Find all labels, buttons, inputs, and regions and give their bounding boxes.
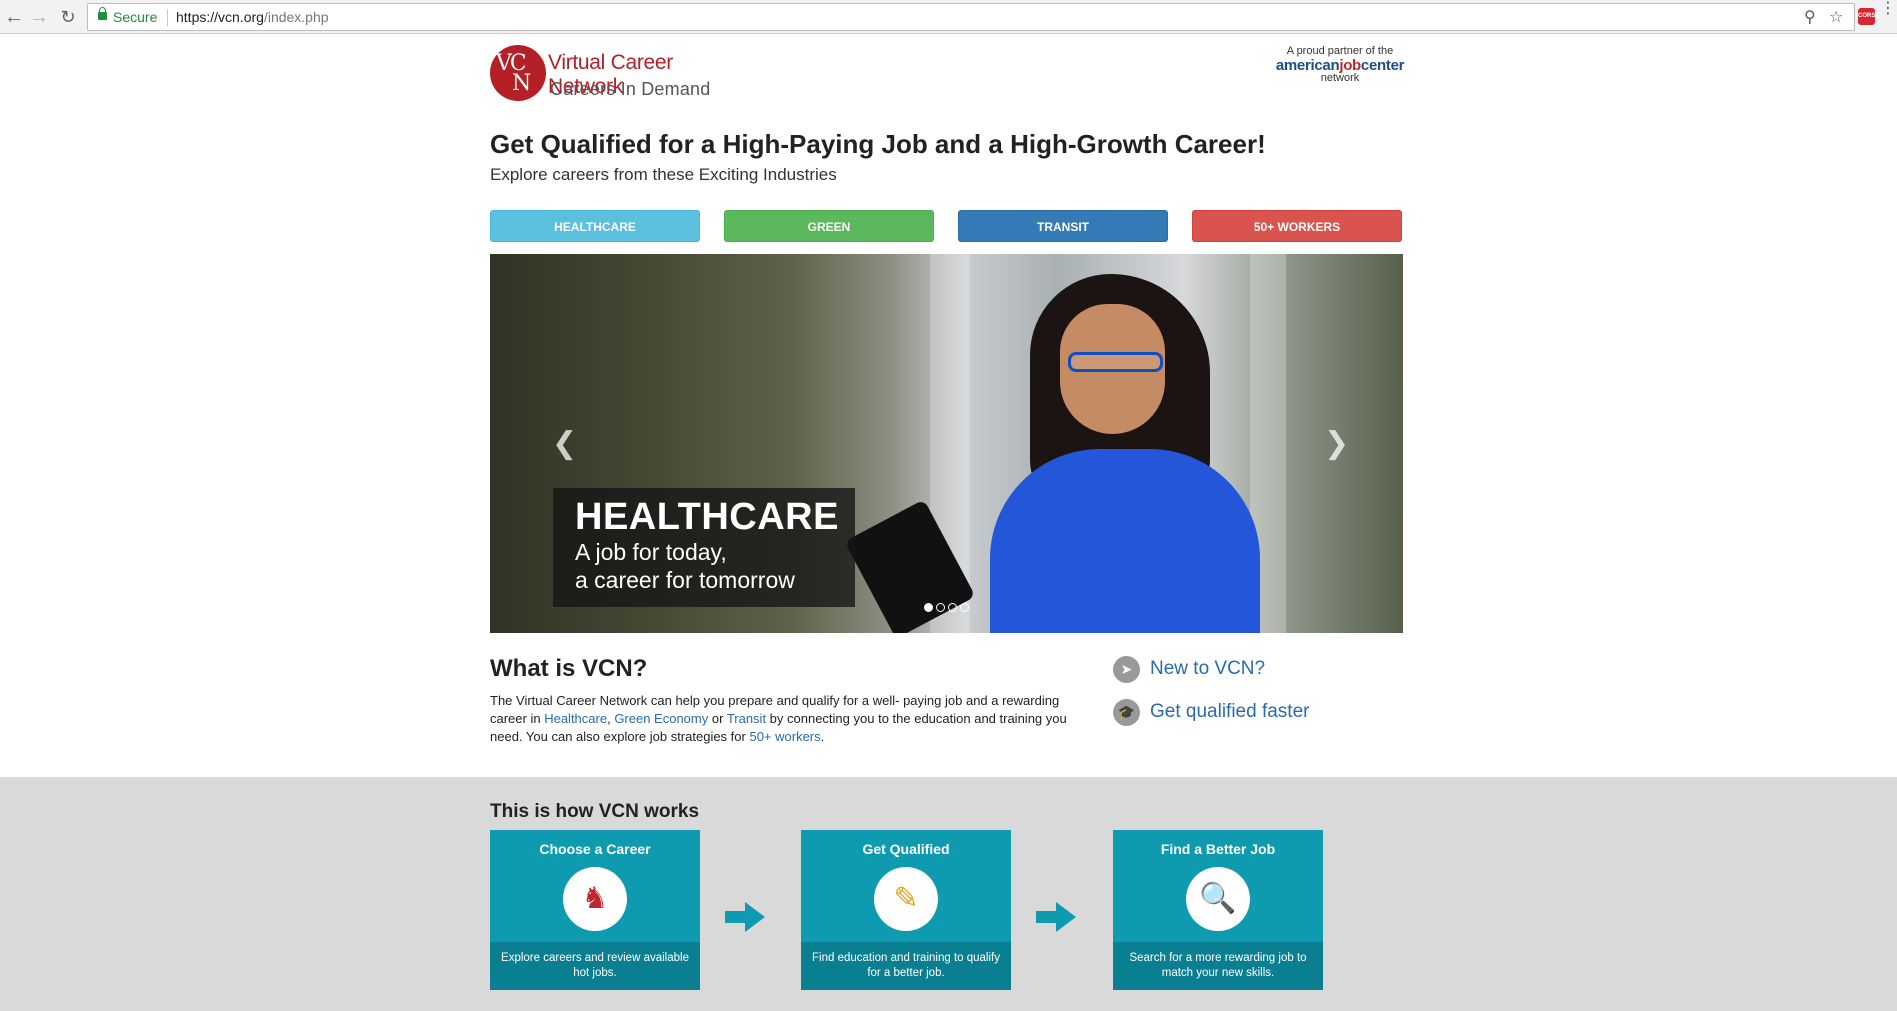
transit-link[interactable]: Transit — [727, 711, 766, 726]
transit-button[interactable]: TRANSIT — [958, 210, 1168, 242]
ajc-brand-c: center — [1360, 57, 1405, 74]
carousel-caption: HEALTHCARE A job for today, a career for… — [553, 488, 855, 607]
step-arrow-icon — [1036, 902, 1078, 932]
caption-line-2: a career for tomorrow — [575, 567, 795, 593]
step-title: Get Qualified — [862, 841, 950, 857]
vcn-logo[interactable]: VC N Virtual Career Network Careers In D… — [490, 45, 740, 105]
step-description: Search for a more rewarding job to match… — [1113, 942, 1323, 990]
menu-icon[interactable]: ⋮ — [1880, 1, 1896, 17]
step-card-find-better-job[interactable]: Find a Better Job 🔍 Search for a more re… — [1113, 830, 1323, 990]
carousel-next-icon[interactable]: ❯ — [1324, 426, 1349, 461]
caption-line-1: A job for today, — [575, 539, 727, 565]
secure-label: Secure — [113, 9, 158, 25]
photo-scrubs — [990, 449, 1260, 633]
zoom-icon[interactable]: ⚲ — [1804, 7, 1816, 27]
page-subheading: Explore careers from these Exciting Indu… — [490, 165, 837, 184]
job-search-icon: 🔍 — [1186, 867, 1250, 931]
healthcare-link[interactable]: Healthcare — [544, 711, 607, 726]
arrow-shaft — [1036, 911, 1058, 923]
back-icon[interactable]: ← — [2, 5, 26, 29]
page: VC N Virtual Career Network Careers In D… — [0, 35, 1897, 1011]
step-card-get-qualified[interactable]: Get Qualified ✎ Find education and train… — [801, 830, 1011, 990]
carousel-dot[interactable] — [924, 603, 933, 612]
forward-icon[interactable]: → — [27, 5, 51, 29]
signpost-icon: ➤ — [1113, 656, 1140, 683]
carousel-dot[interactable] — [960, 603, 969, 612]
caption-title: HEALTHCARE — [575, 496, 839, 538]
carousel-dot[interactable] — [948, 603, 957, 612]
study-glyph: ✎ — [893, 882, 919, 915]
green-button[interactable]: GREEN — [724, 210, 934, 242]
career-choice-glyph: ♞ — [581, 882, 609, 915]
vcn-logo-mark: VC N — [490, 45, 546, 101]
hero-carousel[interactable]: ❮ ❯ HEALTHCARE A job for today, a career… — [490, 254, 1403, 633]
job-search-glyph: 🔍 — [1199, 882, 1237, 915]
step-card-choose-career[interactable]: Choose a Career ♞ Explore careers and re… — [490, 830, 700, 990]
graduation-cap-icon: 🎓 — [1113, 699, 1140, 726]
address-bar[interactable]: Secure https://vcn.org/index.php ⚲ ☆ — [87, 3, 1855, 31]
carousel-dot[interactable] — [936, 603, 945, 612]
photo-glasses — [1068, 352, 1163, 372]
fifty-plus-workers-button[interactable]: 50+ WORKERS — [1192, 210, 1402, 242]
get-qualified-faster-label: Get qualified faster — [1150, 701, 1310, 722]
what-is-vcn-text: The Virtual Career Network can help you … — [490, 692, 1095, 746]
carousel-prev-icon[interactable]: ❮ — [552, 426, 577, 461]
step-description: Explore careers and review available hot… — [490, 942, 700, 990]
browser-toolbar: ← → ↻ Secure https://vcn.org/index.php ⚲… — [0, 0, 1897, 34]
arrow-shaft — [725, 911, 747, 923]
extension-icon[interactable]: CORS — [1858, 8, 1875, 25]
arrow-head — [1056, 902, 1076, 932]
nurse-photo — [990, 274, 1260, 633]
what-sep-2: or — [708, 711, 727, 726]
what-text-c: . — [820, 729, 825, 744]
bookmark-star-icon[interactable]: ☆ — [1829, 7, 1843, 27]
carousel-indicators — [924, 599, 972, 617]
logo-subtitle: Careers In Demand — [550, 79, 711, 99]
career-choice-icon: ♞ — [563, 867, 627, 931]
step-title: Find a Better Job — [1160, 841, 1276, 857]
green-economy-link[interactable]: Green Economy — [614, 711, 708, 726]
partner-line: A proud partner of the — [1286, 45, 1394, 57]
logo-mark-bottom: N — [512, 71, 532, 96]
url-host: https://vcn.org — [176, 9, 264, 25]
study-icon: ✎ — [874, 867, 938, 931]
ajc-partner-badge[interactable]: A proud partner of the americanjobcenter… — [1275, 45, 1405, 84]
reload-icon[interactable]: ↻ — [56, 5, 80, 29]
new-to-vcn-label: New to VCN? — [1150, 658, 1266, 679]
lock-icon — [98, 7, 107, 20]
step-description: Find education and training to qualify f… — [801, 942, 1011, 990]
omnibox-divider — [167, 9, 168, 26]
step-arrow-icon — [725, 902, 767, 932]
step-title: Choose a Career — [539, 841, 651, 857]
arrow-head — [745, 902, 765, 932]
url-text[interactable]: https://vcn.org/index.php — [176, 9, 329, 25]
what-is-vcn-heading: What is VCN? — [490, 655, 648, 682]
healthcare-button[interactable]: HEALTHCARE — [490, 210, 700, 242]
url-path: /index.php — [263, 9, 329, 25]
fifty-plus-workers-link[interactable]: 50+ workers — [749, 729, 820, 744]
how-it-works-heading: This is how VCN works — [490, 801, 700, 822]
page-headline: Get Qualified for a High-Paying Job and … — [490, 129, 1266, 159]
